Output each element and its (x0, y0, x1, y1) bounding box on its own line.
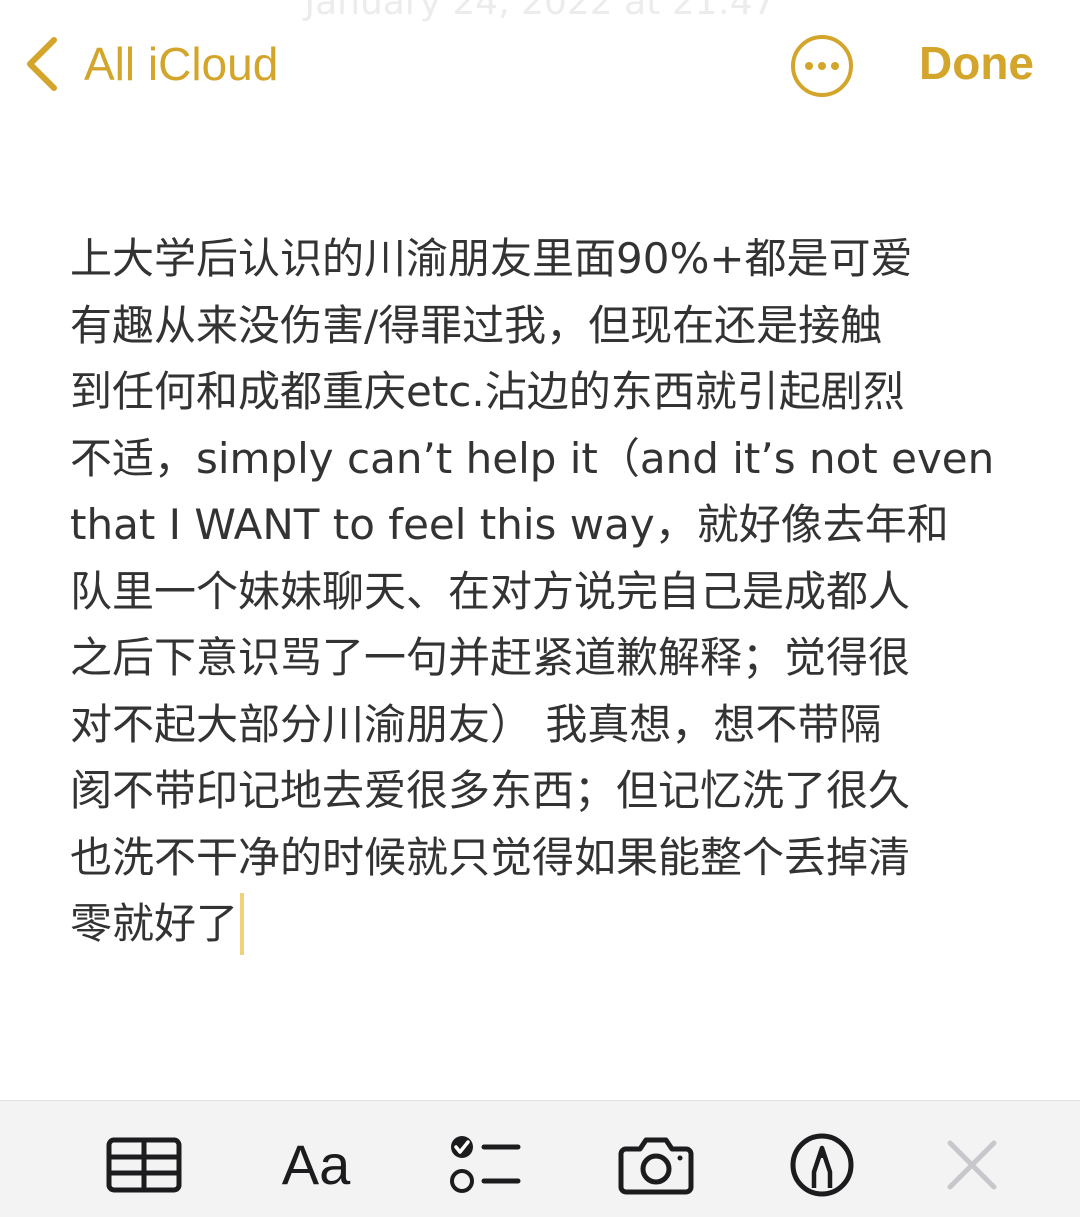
note-text-area[interactable]: 上大学后认识的川渝朋友里面90%+都是可爱 有趣从来没伤害/得罪过我，但现在还是… (70, 226, 1020, 958)
note-line: 对不起大部分川渝朋友） 我真想，想不带隔 (70, 699, 882, 749)
note-line: 也洗不干净的时候就只觉得如果能整个丢掉清 (70, 832, 911, 882)
format-text-icon: Aa (281, 1133, 351, 1196)
ellipsis-circle-icon[interactable] (789, 33, 855, 99)
format-text-button[interactable]: Aa (276, 1133, 356, 1197)
note-line: 队里一个妹妹聊天、在对方说完自己是成都人 (70, 566, 911, 616)
navigation-bar: All iCloud Done (0, 0, 1080, 130)
note-line: 之后下意识骂了一句并赶紧道歉解释；觉得很 (70, 633, 911, 682)
done-button[interactable]: Done (919, 36, 1034, 90)
note-line: 到任何和成都重庆etc.沾边的东西就引起剧烈 (70, 367, 905, 416)
chevron-left-icon (27, 37, 57, 91)
markup-button[interactable] (782, 1133, 862, 1197)
checklist-button[interactable] (444, 1133, 524, 1197)
note-line-last: 零就好了 (70, 891, 1020, 958)
back-button[interactable]: All iCloud (22, 30, 278, 98)
table-icon (106, 1137, 182, 1193)
camera-icon (618, 1137, 694, 1195)
note-line: that I WANT to feel this way，就好像去年和 (70, 500, 949, 549)
note-line: 有趣从来没伤害/得罪过我，但现在还是接触 (70, 300, 883, 350)
close-keyboard-icon (947, 1140, 997, 1190)
back-button-label: All iCloud (84, 38, 279, 90)
note-line: 上大学后认识的川渝朋友里面90%+都是可爱 (70, 234, 913, 283)
camera-button[interactable] (616, 1133, 696, 1197)
table-button[interactable] (104, 1133, 184, 1197)
note-line: 阂不带印记地去爱很多东西；但记忆洗了很久 (70, 766, 911, 815)
checklist-icon (450, 1136, 521, 1193)
text-caret (240, 892, 245, 955)
note-line-text: 零就好了 (70, 899, 239, 948)
close-keyboard-button[interactable] (932, 1133, 1012, 1197)
note-line: 不适，simply can’t help it（and it’s not eve… (70, 433, 995, 483)
keyboard-toolbar: Aa (0, 1100, 1080, 1217)
markup-pen-icon (790, 1133, 854, 1197)
